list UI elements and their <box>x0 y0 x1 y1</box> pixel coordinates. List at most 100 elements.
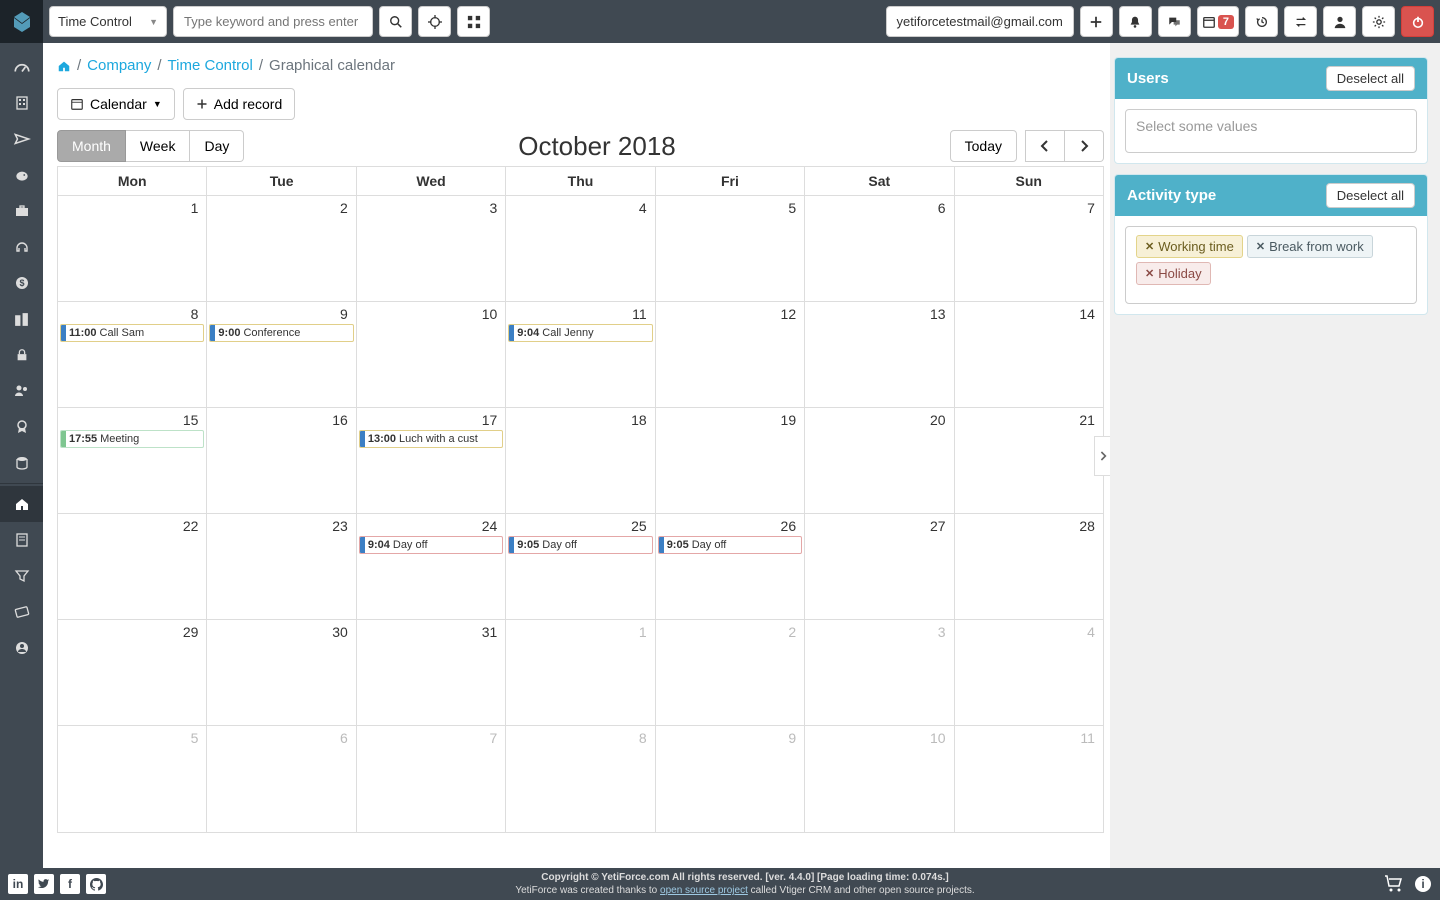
calendar-event[interactable]: 17:55Meeting <box>60 430 204 448</box>
nav-security[interactable] <box>0 337 43 373</box>
tag-remove-icon[interactable]: ✕ <box>1145 267 1154 280</box>
nav-dashboard[interactable] <box>0 49 43 85</box>
chat-button[interactable] <box>1158 6 1191 37</box>
quick-create-button[interactable] <box>1080 6 1113 37</box>
module-select[interactable]: Time Control ▼ <box>49 6 167 37</box>
activity-deselect-all[interactable]: Deselect all <box>1326 183 1415 208</box>
calendar-day-cell[interactable]: 14 <box>955 302 1103 407</box>
calendar-day-cell[interactable]: 29 <box>58 620 207 725</box>
calendar-day-cell[interactable]: 3 <box>805 620 954 725</box>
nav-loyalty[interactable] <box>0 409 43 445</box>
calendar-day-cell[interactable]: 269:05Day off <box>656 514 805 619</box>
calendar-day-cell[interactable]: 10 <box>805 726 954 832</box>
cart-icon[interactable] <box>1384 875 1404 893</box>
nav-companies[interactable] <box>0 85 43 121</box>
breadcrumb-home[interactable] <box>57 59 71 73</box>
nav-briefcase[interactable] <box>0 193 43 229</box>
users-deselect-all[interactable]: Deselect all <box>1326 66 1415 91</box>
linkedin-icon[interactable]: in <box>8 874 28 894</box>
next-button[interactable] <box>1065 130 1104 162</box>
nav-funnel[interactable] <box>0 558 43 594</box>
calendar-day-cell[interactable]: 249:04Day off <box>357 514 506 619</box>
calendar-day-cell[interactable]: 119:04Call Jenny <box>506 302 655 407</box>
breadcrumb-company[interactable]: Company <box>87 57 151 74</box>
calendar-event[interactable]: 11:00Call Sam <box>60 324 204 342</box>
calendar-day-cell[interactable]: 19 <box>656 408 805 513</box>
calendar-day-cell[interactable]: 1713:00Luch with a cust <box>357 408 506 513</box>
tag-remove-icon[interactable]: ✕ <box>1256 240 1265 253</box>
calendar-day-cell[interactable]: 4 <box>955 620 1103 725</box>
calendar-day-cell[interactable]: 1 <box>58 196 207 301</box>
activity-tag[interactable]: ✕Working time <box>1136 235 1243 258</box>
nav-profile[interactable] <box>0 630 43 666</box>
footer-link[interactable]: open source project <box>660 885 748 896</box>
calendar-day-cell[interactable]: 99:00Conference <box>207 302 356 407</box>
user-email[interactable]: yetiforcetestmail@gmail.com <box>886 6 1074 37</box>
nav-piggy[interactable] <box>0 157 43 193</box>
calendar-day-cell[interactable]: 31 <box>357 620 506 725</box>
calendar-day-cell[interactable]: 9 <box>656 726 805 832</box>
nav-company[interactable] <box>0 522 43 558</box>
activity-select[interactable]: ✕Working time✕Break from work ✕Holiday <box>1125 226 1417 304</box>
calendar-day-cell[interactable]: 7 <box>955 196 1103 301</box>
switch-user-button[interactable] <box>1284 6 1317 37</box>
facebook-icon[interactable]: f <box>60 874 80 894</box>
view-month[interactable]: Month <box>57 130 126 162</box>
calendar-day-cell[interactable]: 16 <box>207 408 356 513</box>
user-button[interactable] <box>1323 6 1356 37</box>
app-logo[interactable] <box>0 0 43 43</box>
global-search-input[interactable] <box>173 6 373 37</box>
settings-button[interactable] <box>1362 6 1395 37</box>
calendar-day-cell[interactable]: 1517:55Meeting <box>58 408 207 513</box>
breadcrumb-module[interactable]: Time Control <box>168 57 253 74</box>
calendar-day-cell[interactable]: 27 <box>805 514 954 619</box>
nav-campaigns[interactable] <box>0 121 43 157</box>
add-record-button[interactable]: Add record <box>183 88 295 120</box>
nav-hr[interactable] <box>0 301 43 337</box>
activity-tag[interactable]: ✕Break from work <box>1247 235 1373 258</box>
calendar-day-cell[interactable]: 3 <box>357 196 506 301</box>
history-button[interactable] <box>1245 6 1278 37</box>
calendar-day-cell[interactable]: 13 <box>805 302 954 407</box>
nav-tickets[interactable] <box>0 594 43 630</box>
view-day[interactable]: Day <box>190 130 244 162</box>
github-icon[interactable] <box>86 874 106 894</box>
nav-users[interactable] <box>0 373 43 409</box>
logout-button[interactable] <box>1401 6 1434 37</box>
calendar-day-cell[interactable]: 8 <box>506 726 655 832</box>
activity-tag[interactable]: ✕Holiday <box>1136 262 1211 285</box>
calendar-event[interactable]: 9:00Conference <box>209 324 353 342</box>
calendar-day-cell[interactable]: 4 <box>506 196 655 301</box>
calendar-day-cell[interactable]: 1 <box>506 620 655 725</box>
calendar-day-cell[interactable]: 28 <box>955 514 1103 619</box>
nav-database[interactable] <box>0 445 43 481</box>
advanced-search-button[interactable] <box>418 6 451 37</box>
calendar-day-cell[interactable]: 7 <box>357 726 506 832</box>
calendar-day-cell[interactable]: 811:00Call Sam <box>58 302 207 407</box>
calendar-day-cell[interactable]: 11 <box>955 726 1103 832</box>
nav-home-active[interactable] <box>0 486 43 522</box>
today-button[interactable]: Today <box>950 130 1017 162</box>
calendar-day-cell[interactable]: 5 <box>656 196 805 301</box>
calendar-day-cell[interactable]: 5 <box>58 726 207 832</box>
calendar-day-cell[interactable]: 10 <box>357 302 506 407</box>
tag-remove-icon[interactable]: ✕ <box>1145 240 1154 253</box>
calendar-day-cell[interactable]: 21 <box>955 408 1103 513</box>
calendar-day-cell[interactable]: 2 <box>207 196 356 301</box>
calendar-day-cell[interactable]: 23 <box>207 514 356 619</box>
calendar-day-cell[interactable]: 259:05Day off <box>506 514 655 619</box>
search-button[interactable] <box>379 6 412 37</box>
calendar-day-cell[interactable]: 2 <box>656 620 805 725</box>
calendar-day-cell[interactable]: 6 <box>805 196 954 301</box>
calendar-event[interactable]: 9:04Call Jenny <box>508 324 652 342</box>
calendar-dropdown[interactable]: Calendar ▼ <box>57 88 175 120</box>
calendar-day-cell[interactable]: 20 <box>805 408 954 513</box>
collapse-right-panel[interactable] <box>1094 436 1110 476</box>
calendar-day-cell[interactable]: 22 <box>58 514 207 619</box>
calendar-event[interactable]: 9:04Day off <box>359 536 503 554</box>
reminders-button[interactable]: 7 <box>1197 6 1239 37</box>
nav-finance[interactable]: $ <box>0 265 43 301</box>
nav-support[interactable] <box>0 229 43 265</box>
users-select[interactable]: Select some values <box>1125 109 1417 153</box>
calendar-day-cell[interactable]: 30 <box>207 620 356 725</box>
